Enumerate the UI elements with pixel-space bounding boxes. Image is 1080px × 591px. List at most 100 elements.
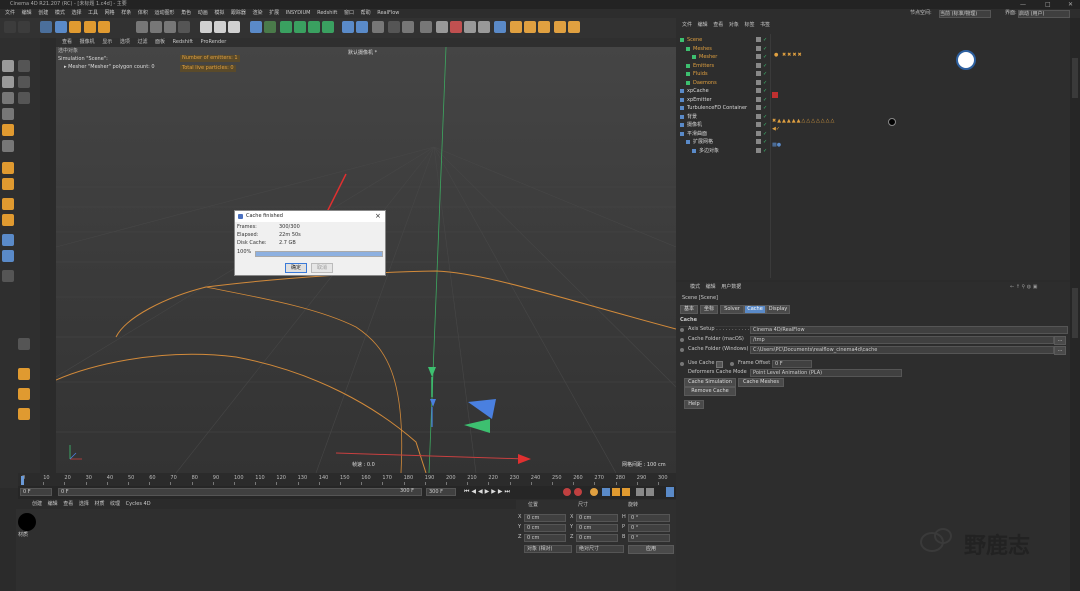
use-cache-checkbox[interactable] [716,361,723,368]
subdivision-icon[interactable] [280,21,292,33]
material-swatch[interactable] [18,513,36,531]
object-row[interactable]: Emitters ✓ [676,62,1070,70]
tab-solver[interactable]: Solver [720,305,744,314]
vp-menu-display[interactable]: 显示 [102,39,112,45]
bevel-icon[interactable] [18,408,30,420]
playback-controls[interactable]: ⏮◀◀▶▶▶⏭ [464,488,512,496]
realflow-emitter-icon[interactable] [524,21,536,33]
floor-icon[interactable] [342,21,354,33]
uv-mode-icon[interactable] [2,140,14,152]
xpcache-tag[interactable] [772,92,778,98]
vp-menu-prorender[interactable]: ProRender [201,39,227,45]
autokey-icon[interactable] [574,488,582,496]
cache-win-field[interactable]: C:\Users\PC\Documents\realflow_cinema4d\… [750,346,1054,354]
keyframe-selection-icon[interactable] [590,488,598,496]
points-mode-icon[interactable] [2,92,14,104]
attr-menu-edit[interactable]: 编辑 [706,284,716,290]
cache-meshes-button[interactable]: Cache Meshes [738,378,784,387]
polygons-mode-icon[interactable] [2,124,14,136]
layout-select[interactable]: 启动 (用户) [1018,10,1070,18]
add-icon[interactable] [98,21,110,33]
camera-icon[interactable] [356,21,368,33]
tab-display[interactable]: Display [766,305,790,314]
menu-create[interactable]: 创建 [38,9,48,18]
menu-character[interactable]: 角色 [181,9,191,18]
scale-icon[interactable] [69,21,81,33]
cache-mac-anim-dot[interactable] [680,338,684,342]
move-icon[interactable] [55,21,67,33]
object-name[interactable]: 摄像机 [687,121,702,129]
enable-check-icon[interactable]: ✓ [763,121,767,129]
scale-key-icon[interactable] [612,488,620,496]
bulb-icon[interactable] [388,21,400,33]
visibility-toggle[interactable] [756,37,761,42]
rotate-icon[interactable] [84,21,96,33]
menu-insydium[interactable]: INSYDIUM [286,9,311,18]
grid-icon[interactable] [402,21,414,33]
cache-simulation-button[interactable]: Cache Simulation [684,378,736,387]
knife-icon[interactable] [18,388,30,400]
side-tab-objects[interactable] [1072,58,1078,98]
visibility-toggle[interactable] [756,139,761,144]
enable-check-icon[interactable]: ✓ [763,53,767,61]
menu-mode[interactable]: 模式 [55,9,65,18]
menu-select[interactable]: 选择 [71,9,81,18]
rot-h-field[interactable]: 0 ° [628,514,670,522]
object-row[interactable]: TurbulenceFD Container ✓ [676,104,1070,112]
rotation-key-icon[interactable] [622,488,630,496]
enable-check-icon[interactable]: ✓ [763,79,767,87]
minimize-icon[interactable]: — [1020,0,1026,9]
xp-emitter-icon[interactable] [436,21,448,33]
size-z-field[interactable]: 0 cm [576,534,618,542]
end-frame-field-2[interactable]: 300 F [426,488,456,496]
magnet-tool-icon[interactable] [18,368,30,380]
menu-tools[interactable]: 工具 [88,9,98,18]
timeline-layout-icon[interactable] [666,487,674,497]
menu-render[interactable]: 渲染 [253,9,263,18]
object-row[interactable]: xpCache ✓ [676,87,1070,95]
menu-tracker[interactable]: 跟踪器 [231,9,246,18]
coord-mode-select[interactable]: 对象 (相对) [524,545,572,553]
mat-menu-edit[interactable]: 编辑 [48,501,58,507]
snap-icon[interactable] [2,162,14,174]
object-row[interactable]: 摄像机 ✓ [676,121,1070,129]
locked-workplane-icon[interactable] [2,214,14,226]
enable-check-icon[interactable]: ✓ [763,130,767,138]
rot-b-field[interactable]: 0 ° [628,534,670,542]
visibility-toggle[interactable] [756,113,761,119]
object-name[interactable]: 平滑曲面 [687,130,707,138]
menu-extensions[interactable]: 扩展 [269,9,279,18]
deformers-cache-select[interactable]: Point Level Animation (PLA) [750,369,902,377]
object-row[interactable]: Fluids ✓ [676,70,1070,78]
y-axis-icon[interactable] [150,21,162,33]
pos-z-field[interactable]: 0 cm [524,534,566,542]
node-space-select[interactable]: 当前 (标准/物理) [939,10,991,18]
menu-simulate[interactable]: 模拟 [214,9,224,18]
position-key-icon[interactable] [602,488,610,496]
maximize-icon[interactable]: □ [1045,0,1051,9]
tfd-icon[interactable] [464,21,476,33]
mesher-tags[interactable]: ● ✖✖✖✖ [774,52,803,58]
object-row[interactable]: xpEmitter ✓ [676,96,1070,104]
mat-menu-material[interactable]: 材质 [94,501,104,507]
enable-check-icon[interactable]: ✓ [763,45,767,53]
object-name[interactable]: Fluids [693,70,708,78]
frame-offset-field[interactable]: 0 F [772,360,812,368]
pla-key-icon[interactable] [646,488,654,496]
object-name[interactable]: xpCache [687,87,709,95]
parameter-key-icon[interactable] [636,488,644,496]
x-axis-icon[interactable] [136,21,148,33]
pos-y-field[interactable]: 0 cm [524,524,566,532]
visibility-toggle[interactable] [756,88,761,93]
om-menu-bookmark[interactable]: 书签 [760,22,770,28]
realflow-cache-icon[interactable] [568,21,580,33]
object-row[interactable]: 多边对象 ✓ [676,147,1070,155]
size-x-field[interactable]: 0 cm [576,514,618,522]
vp-menu-redshift[interactable]: Redshift [173,39,193,45]
om-menu-object[interactable]: 对象 [729,22,739,28]
enable-check-icon[interactable]: ✓ [763,70,767,78]
dialog-close-icon[interactable]: × [375,211,381,222]
om-menu-tag[interactable]: 标签 [744,22,754,28]
visibility-toggle[interactable] [756,130,761,136]
qr-icon[interactable] [494,21,506,33]
